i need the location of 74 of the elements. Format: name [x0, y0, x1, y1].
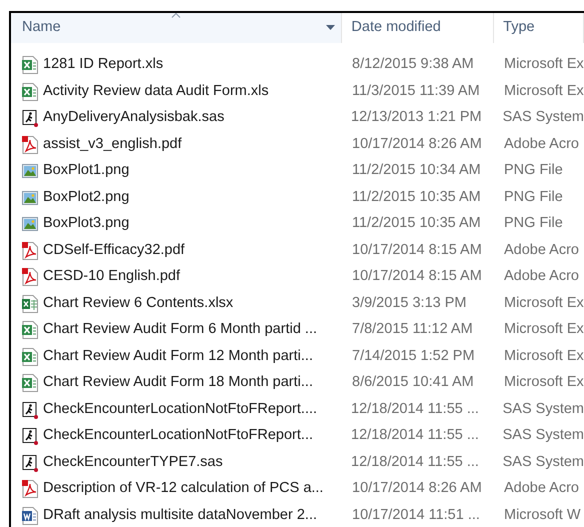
pdf-icon	[22, 136, 38, 154]
file-type: PNG File	[503, 214, 563, 234]
image-icon	[22, 215, 38, 234]
file-type: Microsoft Ex	[503, 320, 584, 340]
file-type: Microsoft Ex	[503, 55, 584, 74]
running-figure-icon	[22, 400, 38, 419]
date-modified: 11/2/2015 10:35 AM	[351, 214, 482, 234]
file-name[interactable]: CDSelf-Efficacy32.pdf	[43, 240, 185, 262]
image-icon	[22, 188, 38, 207]
spreadsheet-icon	[22, 82, 38, 101]
file-name[interactable]: 1281 ID Report.xls	[43, 54, 164, 76]
date-modified: 12/18/2014 11:55 ...	[350, 426, 480, 446]
file-type: Adobe Acro	[503, 479, 579, 498]
date-modified: 8/6/2015 10:41 AM	[351, 373, 475, 392]
running-figure-icon	[22, 427, 38, 446]
image-icon	[22, 162, 38, 180]
file-type: SAS System	[502, 452, 584, 472]
file-name[interactable]: CheckEncounterLocationNotFtoFReport....	[43, 398, 318, 421]
file-type: Adobe Acro	[503, 267, 579, 286]
date-modified: 3/9/2015 3:13 PM	[351, 294, 468, 313]
sort-up-icon	[172, 13, 181, 18]
file-name[interactable]: Chart Review 6 Contents.xlsx	[43, 292, 234, 315]
running-figure-icon	[22, 454, 38, 472]
date-modified: 10/17/2014 8:26 AM	[351, 134, 483, 154]
column-header[interactable]: Name	[11, 13, 342, 43]
date-modified: 7/14/2015 1:52 PM	[351, 346, 476, 366]
file-name[interactable]: BoxPlot1.png	[43, 160, 130, 182]
file-name[interactable]: Chart Review Audit Form 12 Month parti...	[43, 346, 313, 368]
date-modified: 10/17/2014 8:15 AM	[351, 240, 483, 260]
file-name[interactable]: Description of VR-12 calculation of PCS a...	[43, 478, 324, 500]
date-modified: 10/17/2014 8:26 AM	[351, 479, 483, 498]
file-type: PNG File	[503, 161, 563, 180]
file-type: PNG File	[503, 188, 563, 207]
date-modified: 12/18/2014 11:55 ...	[350, 452, 480, 472]
file-type: SAS System	[502, 400, 584, 419]
pdf-icon	[22, 480, 38, 498]
date-modified: 8/12/2015 9:38 AM	[351, 55, 475, 74]
file-name[interactable]: BoxPlot3.png	[43, 213, 130, 236]
spreadsheet-icon	[22, 294, 38, 313]
file-name[interactable]: DRaft analysis multisite dataNovember 2...	[43, 504, 317, 527]
file-name[interactable]: Activity Review data Audit Form.xls	[43, 80, 269, 103]
file-name[interactable]: CESD-10 English.pdf	[43, 266, 180, 288]
spreadsheet-icon	[22, 321, 38, 340]
file-type: SAS System	[502, 426, 584, 446]
file-name[interactable]: CheckEncounterLocationNotFtoFReport...	[43, 425, 313, 448]
file-type: Microsoft Ex	[503, 373, 584, 392]
date-modified: 11/2/2015 10:34 AM	[351, 161, 482, 180]
file-name[interactable]: Chart Review Audit Form 6 Month partid ...	[43, 319, 317, 342]
spreadsheet-icon	[22, 374, 38, 392]
date-modified: 10/17/2014 11:51 ...	[351, 506, 481, 525]
file-name[interactable]: AnyDeliveryAnalysisbak.sas	[43, 107, 224, 130]
date-modified: 12/18/2014 11:55 ...	[350, 400, 480, 419]
file-type: Adobe Acro	[503, 134, 579, 154]
date-modified: 12/13/2013 1:21 PM	[350, 108, 483, 128]
pdf-icon	[22, 268, 38, 286]
date-modified: 10/17/2014 8:15 AM	[351, 267, 483, 286]
date-modified: 11/2/2015 10:35 AM	[351, 188, 482, 207]
spreadsheet-icon	[22, 348, 38, 366]
file-name[interactable]: assist_v3_english.pdf	[43, 134, 182, 156]
file-type: Microsoft W	[503, 506, 581, 525]
dropdown-icon[interactable]	[326, 25, 336, 30]
file-name[interactable]: Chart Review Audit Form 18 Month parti...	[43, 372, 313, 394]
file-type: SAS System	[502, 108, 584, 128]
file-name[interactable]: BoxPlot2.png	[43, 186, 130, 209]
pdf-icon	[22, 242, 38, 260]
file-type: Microsoft Ex	[503, 294, 584, 313]
running-figure-icon	[22, 109, 38, 128]
spreadsheet-icon	[22, 56, 38, 74]
date-modified: 7/8/2015 11:12 AM	[351, 320, 474, 340]
file-name[interactable]: CheckEncounterTYPE7.sas	[43, 452, 223, 474]
date-modified: 11/3/2015 11:39 AM	[351, 82, 481, 101]
file-type: Microsoft Ex	[503, 82, 584, 101]
file-type: Adobe Acro	[503, 240, 579, 260]
file-type: Microsoft Ex	[503, 346, 584, 366]
